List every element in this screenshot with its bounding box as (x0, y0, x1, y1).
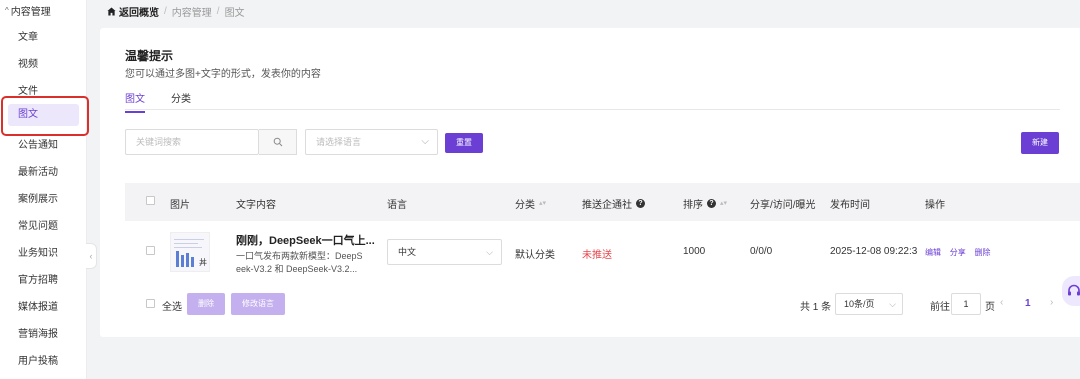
header-order: 排序 (683, 200, 703, 211)
row-publish-time: 2025-12-08 09:22:3 (830, 246, 918, 257)
sidebar-item-faq[interactable]: 常见问题 (18, 217, 58, 232)
sidebar-item-events[interactable]: 最新活动 (18, 163, 58, 178)
breadcrumb-separator: / (164, 6, 167, 17)
sidebar-group-content[interactable]: ^ 内容管理 (5, 3, 51, 18)
sidebar-item-knowledge[interactable]: 业务知识 (18, 244, 58, 259)
new-button[interactable]: 新建 (1021, 132, 1059, 154)
sidebar-item-articles[interactable]: 文章 (18, 28, 38, 43)
help-icon[interactable]: ? (636, 199, 645, 208)
breadcrumb: 返回概览 / 内容管理 / 图文 (107, 4, 245, 19)
language-select[interactable]: 请选择语言 ⌵ (305, 129, 438, 155)
header-actions: 操作 (925, 200, 945, 211)
table-footer: 全选 删除 修改语言 共 1 条 10条/页 ⌵ 前往 1 页 ‹ 1 › (125, 293, 1080, 315)
chevron-left-icon: ‹ (89, 251, 93, 261)
breadcrumb-content-management[interactable]: 内容管理 (172, 4, 212, 19)
post-title[interactable]: 刚刚，DeepSeek一口气上... (236, 232, 376, 248)
current-page[interactable]: 1 (1025, 298, 1031, 309)
table-header: 图片 文字内容 语言 分类 ▴▾ 推送企通社 ? 排序 ? ▴▾ 分享/访问/曝… (125, 183, 1080, 221)
select-all-checkbox-header[interactable] (146, 196, 155, 205)
header-push: 推送企通社 (582, 200, 632, 211)
post-excerpt-line1: 一口气发布两款新模型：DeepS (236, 251, 363, 261)
chevron-down-icon: ⌵ (889, 299, 896, 309)
sidebar-item-cases[interactable]: 案例展示 (18, 190, 58, 205)
tab-divider (125, 109, 1060, 110)
tip-description: 您可以通过多图+文字的形式，发表你的内容 (125, 69, 321, 80)
sidebar-item-submissions[interactable]: 用户投稿 (18, 352, 58, 367)
search-button[interactable] (259, 129, 297, 155)
sidebar: ^ 内容管理 文章 视频 文件 图文 公告通知 最新活动 案例展示 常见问题 业… (0, 0, 87, 379)
edit-language-button[interactable]: 修改语言 (231, 293, 285, 315)
table-row: 丼 刚刚，DeepSeek一口气上... 一口气发布两款新模型：DeepS ee… (125, 221, 1080, 281)
bulk-delete-button[interactable]: 删除 (187, 293, 225, 315)
breadcrumb-home[interactable]: 返回概览 (107, 4, 159, 19)
sidebar-collapse-button[interactable]: ‹ (86, 243, 97, 269)
sidebar-item-media[interactable]: 媒体报道 (18, 298, 58, 313)
select-all-label: 全选 (162, 302, 182, 313)
header-language: 语言 (387, 200, 407, 211)
share-link[interactable]: 分享 (950, 248, 966, 257)
row-checkbox[interactable] (146, 246, 155, 255)
goto-page-input[interactable]: 1 (951, 293, 981, 315)
sidebar-item-announcements[interactable]: 公告通知 (18, 136, 58, 151)
sidebar-item-jobs[interactable]: 官方招聘 (18, 271, 58, 286)
row-language-select[interactable]: 中文 ⌵ (387, 239, 502, 265)
language-select-placeholder: 请选择语言 (316, 137, 362, 147)
sidebar-item-videos[interactable]: 视频 (18, 55, 38, 70)
highlight-box (1, 96, 89, 136)
home-icon (107, 7, 116, 16)
edit-link[interactable]: 编辑 (925, 248, 941, 257)
page-size-value: 10条/页 (844, 299, 875, 309)
page-size-select[interactable]: 10条/页 ⌵ (835, 293, 903, 315)
header-content: 文字内容 (236, 200, 276, 211)
tip-title: 温馨提示 (125, 49, 174, 63)
chevron-down-icon: ⌵ (421, 136, 429, 147)
pager-total: 共 1 条 (800, 302, 832, 313)
breadcrumb-home-label: 返回概览 (119, 8, 159, 19)
thumbnail-mark: 丼 (199, 258, 207, 267)
help-icon[interactable]: ? (707, 199, 716, 208)
chevron-down-icon: ⌵ (486, 247, 493, 257)
delete-link[interactable]: 删除 (975, 248, 991, 257)
post-excerpt-line2: eek-V3.2 和 DeepSeek-V3.2... (236, 264, 358, 274)
row-order: 1000 (683, 246, 706, 257)
row-category: 默认分类 (515, 250, 555, 261)
sort-icon[interactable]: ▴▾ (720, 200, 727, 207)
row-language-value: 中文 (398, 247, 417, 257)
goto-label: 前往 (930, 302, 950, 313)
search-icon (273, 137, 282, 147)
breadcrumb-current: 图文 (224, 8, 245, 19)
sidebar-item-files[interactable]: 文件 (18, 82, 38, 97)
row-stats: 0/0/0 (750, 246, 773, 257)
breadcrumb-separator: / (216, 6, 220, 17)
select-all-checkbox[interactable] (146, 299, 155, 308)
chevron-up-icon: ^ (5, 6, 9, 15)
prev-page-icon[interactable]: ‹ (1000, 297, 1003, 308)
next-page-icon[interactable]: › (1050, 297, 1053, 308)
reset-button[interactable]: 重置 (445, 133, 483, 153)
customer-service-button[interactable] (1062, 276, 1080, 306)
header-publish-time: 发布时间 (830, 200, 870, 211)
headset-icon (1068, 284, 1080, 296)
goto-page-suffix: 页 (985, 302, 995, 313)
header-stats: 分享/访问/曝光 (750, 200, 816, 211)
content-card: 温馨提示 您可以通过多图+文字的形式，发表你的内容 图文 分类 关键词搜索 请选… (100, 28, 1080, 337)
row-push-status: 未推送 (582, 250, 612, 261)
header-category: 分类 (515, 200, 535, 211)
post-thumbnail[interactable]: 丼 (170, 232, 210, 272)
sidebar-group-label: 内容管理 (10, 7, 51, 18)
sidebar-item-posters[interactable]: 营销海报 (18, 325, 58, 340)
header-image: 图片 (170, 200, 190, 211)
sort-icon[interactable]: ▴▾ (539, 200, 546, 207)
search-input[interactable]: 关键词搜索 (125, 129, 259, 155)
post-excerpt: 一口气发布两款新模型：DeepS eek-V3.2 和 DeepSeek-V3.… (236, 250, 376, 276)
